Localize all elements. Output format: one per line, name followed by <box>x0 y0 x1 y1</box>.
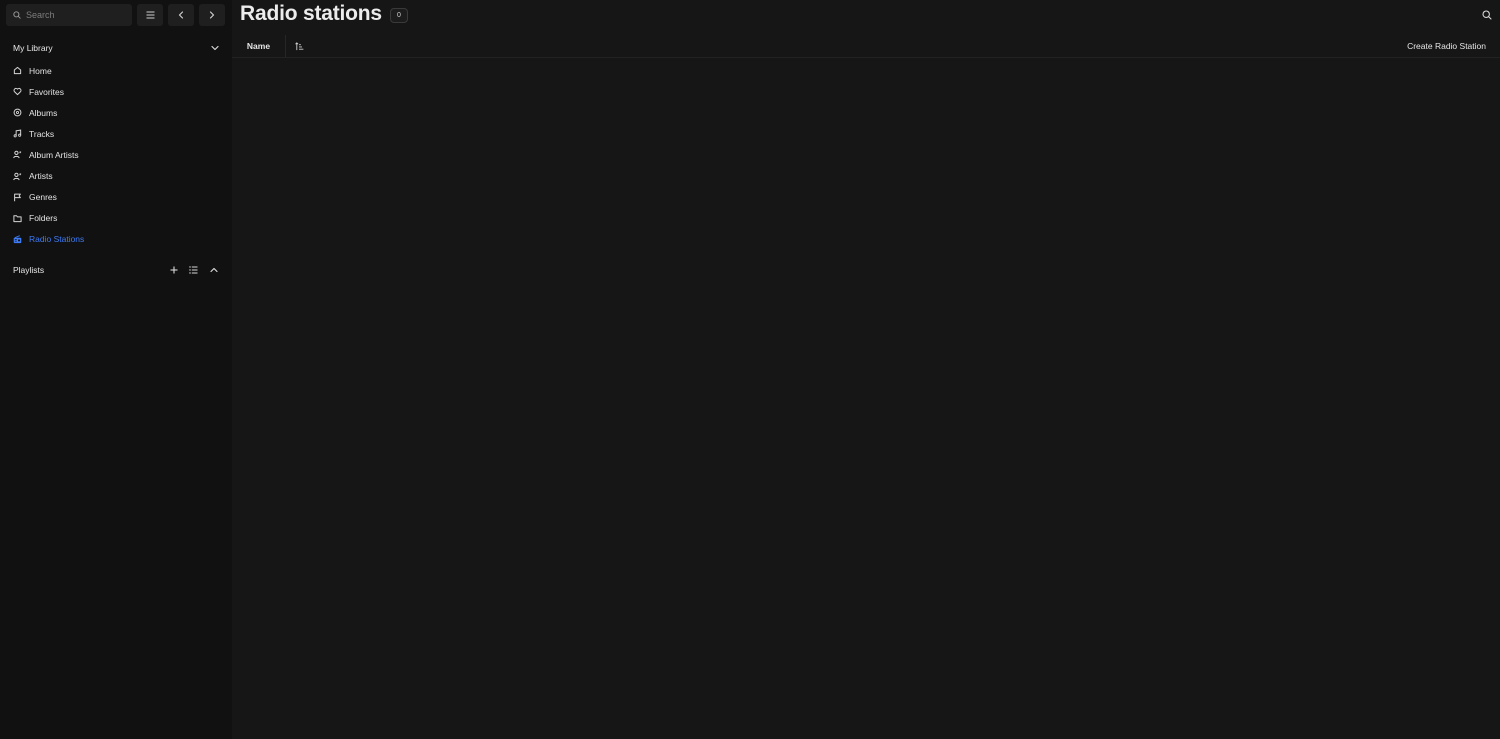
app: My Library Home Favorites <box>0 0 1500 739</box>
library-section-header[interactable]: My Library <box>13 40 219 56</box>
music-note-icon <box>13 129 22 138</box>
sidebar-item-label: Favorites <box>29 86 64 97</box>
sidebar-item-albums[interactable]: Albums <box>13 102 84 123</box>
sidebar-item-label: Genres <box>29 192 57 203</box>
sidebar-item-home[interactable]: Home <box>13 60 84 81</box>
sidebar-item-label: Folders <box>29 213 58 224</box>
sidebar-item-label: Album Artists <box>29 149 79 160</box>
playlist-actions <box>168 265 219 276</box>
forward-button[interactable] <box>199 4 225 26</box>
sidebar-item-label: Home <box>29 65 52 76</box>
search-icon <box>13 11 21 19</box>
count-badge: 0 <box>390 8 408 23</box>
playlists-section-header: Playlists <box>13 262 219 278</box>
sidebar-item-tracks[interactable]: Tracks <box>13 123 84 144</box>
menu-button[interactable] <box>137 4 163 26</box>
flag-icon <box>13 193 22 202</box>
sidebar: My Library Home Favorites <box>0 0 232 739</box>
sidebar-item-radio-stations[interactable]: Radio Stations <box>13 229 84 250</box>
user-star-icon <box>13 172 22 181</box>
playlists-title: Playlists <box>13 265 45 275</box>
main-content: Radio stations 0 Name Create Radio Stati… <box>232 0 1500 739</box>
collapse-playlists-button[interactable] <box>208 265 219 276</box>
library-title: My Library <box>13 43 53 53</box>
page-title: Radio stations <box>240 2 382 25</box>
chevron-up-icon <box>209 267 218 273</box>
search-input[interactable] <box>26 10 121 20</box>
chevron-down-icon[interactable] <box>211 45 219 51</box>
home-icon <box>13 66 22 75</box>
search-box[interactable] <box>6 4 132 26</box>
sidebar-item-artists[interactable]: Artists <box>13 165 84 186</box>
sidebar-item-album-artists[interactable]: Album Artists <box>13 144 84 165</box>
library-nav: Home Favorites Albums Tracks Album Artis… <box>13 60 84 250</box>
add-playlist-button[interactable] <box>168 265 179 276</box>
sort-order-button[interactable] <box>292 39 306 53</box>
chevron-right-icon <box>209 11 215 19</box>
sidebar-item-label: Albums <box>29 107 58 118</box>
menu-icon <box>146 11 154 19</box>
back-button[interactable] <box>168 4 194 26</box>
plus-icon <box>170 266 177 274</box>
user-star-icon <box>13 150 22 159</box>
search-button[interactable] <box>1481 9 1493 21</box>
sidebar-topbar <box>6 4 225 26</box>
list-icon <box>189 266 198 274</box>
sort-ascending-icon <box>294 41 303 50</box>
disc-icon <box>13 108 22 117</box>
list-toolbar: Name Create Radio Station <box>232 35 1500 58</box>
sidebar-item-genres[interactable]: Genres <box>13 187 84 208</box>
playlist-list-button[interactable] <box>188 265 199 276</box>
create-radio-station-button[interactable]: Create Radio Station <box>1407 39 1486 53</box>
sidebar-item-folders[interactable]: Folders <box>13 208 84 229</box>
search-icon <box>1482 10 1492 20</box>
radio-icon <box>13 235 22 244</box>
folder-icon <box>13 214 22 223</box>
sidebar-item-label: Tracks <box>29 128 55 139</box>
sidebar-item-favorites[interactable]: Favorites <box>13 81 84 102</box>
sort-field-dropdown[interactable]: Name <box>232 35 286 57</box>
sidebar-item-label: Artists <box>29 171 53 182</box>
heart-icon <box>13 87 22 96</box>
sidebar-item-label: Radio Stations <box>29 234 85 245</box>
chevron-left-icon <box>178 11 184 19</box>
